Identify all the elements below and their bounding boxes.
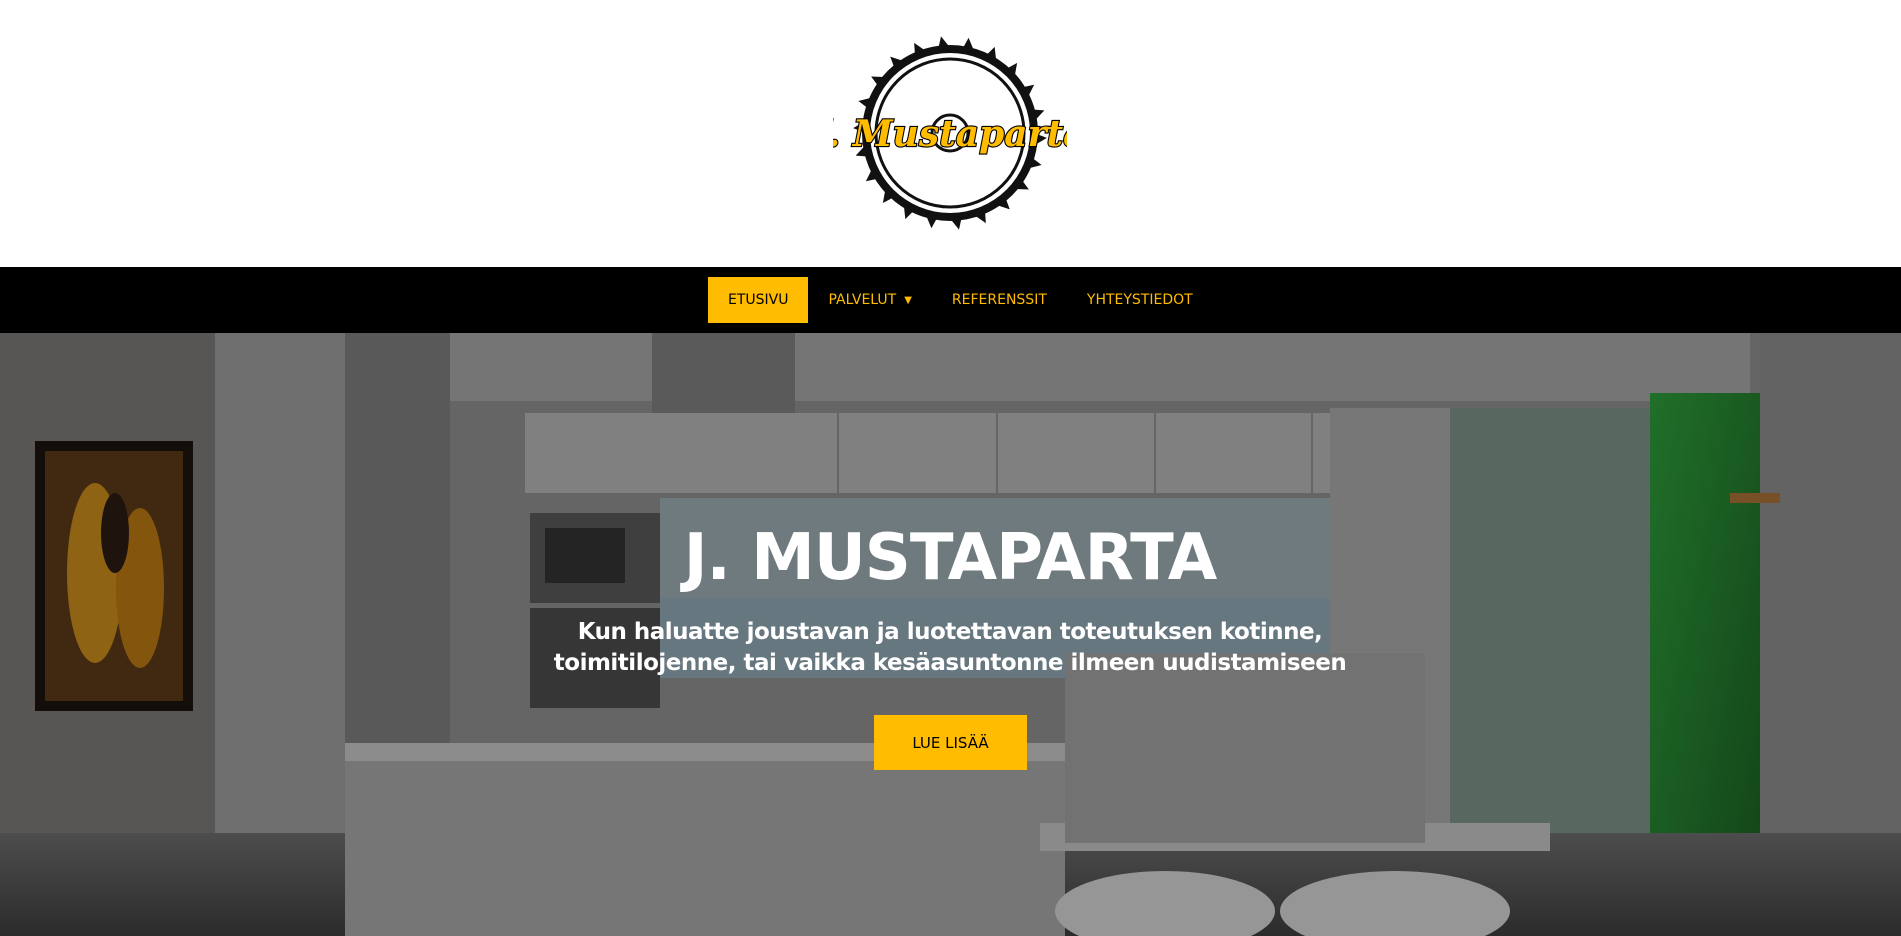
site-logo[interactable]: J. Mustaparta — [833, 34, 1067, 232]
saw-tooth — [948, 216, 962, 230]
site-header: J. Mustaparta — [0, 0, 1901, 267]
nav-item-label: PALVELUT — [828, 292, 897, 308]
nav-item-palvelut[interactable]: PALVELUT ▼ — [808, 277, 931, 323]
nav-item-label: REFERENSSIT — [951, 292, 1047, 308]
saw-blade-icon: J. Mustaparta — [833, 36, 1067, 230]
hero-content: J. MUSTAPARTA Kun haluatte joustavan ja … — [0, 333, 1901, 936]
hero-section: J. MUSTAPARTA Kun haluatte joustavan ja … — [0, 333, 1901, 936]
saw-tooth — [938, 36, 952, 50]
hero-subtitle-line-2: toimitilojenne, tai vaikka kesäasuntonne… — [553, 650, 1347, 676]
nav-item-yhteystiedot[interactable]: YHTEYSTIEDOT — [1067, 277, 1213, 323]
nav-item-referenssit[interactable]: REFERENSSIT — [932, 277, 1067, 323]
nav-item-label: YHTEYSTIEDOT — [1086, 292, 1193, 308]
hero-title: J. MUSTAPARTA — [683, 521, 1218, 595]
nav-item-label: ETUSIVU — [728, 292, 789, 308]
chevron-down-icon: ▼ — [904, 294, 912, 306]
hero-subtitle-line-1: Kun haluatte joustavan ja luotettavan to… — [577, 619, 1323, 645]
main-navigation: ETUSIVU PALVELUT ▼ REFERENSSIT YHTEYSTIE… — [0, 267, 1901, 333]
logo-text: J. Mustaparta — [833, 113, 1067, 155]
nav-item-etusivu[interactable]: ETUSIVU — [708, 277, 809, 323]
read-more-button[interactable]: LUE LISÄÄ — [874, 715, 1027, 770]
hero-subtitle: Kun haluatte joustavan ja luotettavan to… — [500, 617, 1400, 679]
nav-menu: ETUSIVU PALVELUT ▼ REFERENSSIT YHTEYSTIE… — [708, 277, 1213, 323]
